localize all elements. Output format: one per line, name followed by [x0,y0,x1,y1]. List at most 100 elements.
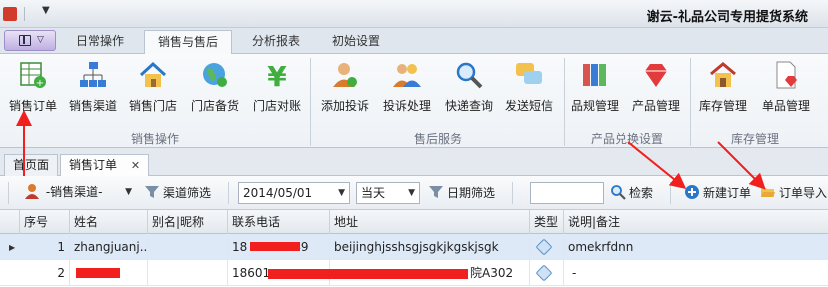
period-value: 当天 [361,186,386,200]
ribbon-tab-row: ▽ 日常操作 销售与售后 分析报表 初始设置 [0,28,828,55]
cell-alias [148,234,228,260]
group-label-sales: 销售操作 [130,132,179,146]
channel-combo[interactable]: -销售渠道- ▼ [20,182,136,204]
house-icon [139,61,167,87]
redaction-mark [76,268,120,278]
filter-icon [429,186,443,198]
complaint-handle-button[interactable]: 投诉处理 [378,58,436,120]
title-bar: ▼ 谢云-礼品公司专用提货系统 [0,0,828,28]
product-manage-label: 产品管理 [631,99,680,113]
gem-icon [645,64,667,87]
sales-order-icon: + [20,62,46,89]
qat-separator [24,7,25,21]
panel-icon [19,35,31,46]
column-header[interactable]: 类型 [530,210,564,234]
add-complaint-button[interactable]: 添加投诉 [316,58,374,120]
svg-text:+: + [36,78,44,89]
app-icon[interactable] [3,7,17,21]
cell-no: 1 [20,234,70,260]
tab-analysis-reports[interactable]: 分析报表 [240,30,312,54]
tag-icon [535,264,553,282]
store-reconcile-label: 门店对账 [252,99,301,113]
toolbar-separator [670,182,671,204]
import-order-button[interactable]: 订单导入 [760,182,827,204]
users-icon [393,64,421,87]
search-input[interactable] [530,182,604,204]
tab-initial-settings[interactable]: 初始设置 [320,30,392,54]
send-sms-label: 发送短信 [504,99,553,113]
folder-open-icon [761,188,775,197]
tab-daily-operations[interactable]: 日常操作 [64,30,136,54]
magnifier-icon [456,62,483,89]
cell-note: - [572,266,577,280]
redaction-mark [268,269,468,279]
period-select[interactable]: 当天 ▼ [356,182,420,204]
chevron-down-icon: ▼ [338,188,345,198]
spec-manage-button[interactable]: 品规管理 [566,58,624,120]
plus-circle-icon [685,185,699,199]
globe-icon [203,63,227,87]
date-picker[interactable]: 2014/05/01 ▼ [238,182,350,204]
tab-sales-after-sales[interactable]: 销售与售后 [144,30,232,55]
column-header[interactable]: 地址 [330,210,530,234]
sales-store-label: 销售门店 [128,99,177,113]
sales-order-button[interactable]: + 销售订单 [4,58,62,120]
sales-channel-button[interactable]: 销售渠道 [64,58,122,120]
tab-home-page[interactable]: 首页面 [4,154,59,176]
group-label-after-sales: 售后服务 [413,132,462,146]
store-reconcile-button[interactable]: ¥ 门店对账 [248,58,306,120]
send-sms-button[interactable]: 发送短信 [500,58,558,120]
chevron-down-icon: ▽ [37,35,44,45]
column-header[interactable]: 联系电话 [228,210,330,234]
ribbon-panel: + 销售订单 销售渠道 销售门店 门店备货 ¥ 门店对账 销售操作 添加投诉 投… [0,54,828,148]
item-manage-button[interactable]: 单品管理 [756,58,816,120]
cell-type [530,234,564,260]
channel-filter-label: 渠道筛选 [163,186,212,200]
spec-manage-label: 品规管理 [570,99,619,113]
row-indicator-icon: ▶ [9,243,16,252]
tab-sales-order[interactable]: 销售订单 ✕ [60,154,150,176]
search-button[interactable]: 检索 [610,182,653,204]
row-indicator-header [0,210,20,234]
close-icon[interactable]: ✕ [131,159,140,172]
cell-name: zhangjuanj... [70,234,148,260]
date-value: 2014/05/01 [243,186,313,200]
express-query-button[interactable]: 快递查询 [440,58,498,120]
store-stock-button[interactable]: 门店备货 [186,58,244,120]
sales-store-button[interactable]: 销售门店 [124,58,182,120]
new-order-label: 新建订单 [703,186,752,200]
new-order-button[interactable]: 新建订单 [684,182,751,204]
column-header[interactable]: 序号 [20,210,70,234]
column-header[interactable]: 别名|昵称 [148,210,228,234]
group-separator [690,58,691,146]
svg-text:¥: ¥ [267,60,287,90]
user-icon [25,184,39,199]
quick-access-dropdown-icon[interactable]: ▼ [42,5,50,16]
tag-icon [535,238,553,256]
cell-alias [148,260,228,286]
cell-type [530,260,564,286]
group-label-exchange: 产品兑换设置 [590,132,663,146]
item-manage-label: 单品管理 [761,99,810,113]
inventory-manage-button[interactable]: 库存管理 [694,58,752,120]
column-header[interactable]: 说明|备注 [564,210,828,234]
group-separator [310,58,311,146]
sitemap-icon [80,62,106,87]
store-stock-label: 门店备货 [190,99,239,113]
product-manage-button[interactable]: 产品管理 [626,58,686,120]
toolbar-separator [512,182,513,204]
toolbar-grip [8,182,9,204]
column-header[interactable]: 姓名 [70,210,148,234]
order-toolbar: -销售渠道- ▼ 渠道筛选 2014/05/01 ▼ 当天 ▼ 日期筛选 检索 … [0,176,828,210]
toolbar-separator [228,182,229,204]
inventory-manage-label: 库存管理 [698,99,747,113]
warehouse-icon [710,62,736,87]
complaint-handle-label: 投诉处理 [382,99,431,113]
tab-sales-order-label: 销售订单 [69,158,118,172]
date-filter-button[interactable]: 日期筛选 [428,182,495,204]
application-menu-button[interactable]: ▽ [4,30,56,51]
document-tabs: 首页面 销售订单 ✕ [0,148,828,176]
channel-filter-button[interactable]: 渠道筛选 [144,182,211,204]
table-row[interactable]: 2 18601 院A302 - [0,260,828,286]
table-row[interactable]: ▶ 1 zhangjuanj... 18 49 beijinghjsshsgjsg… [0,234,828,260]
